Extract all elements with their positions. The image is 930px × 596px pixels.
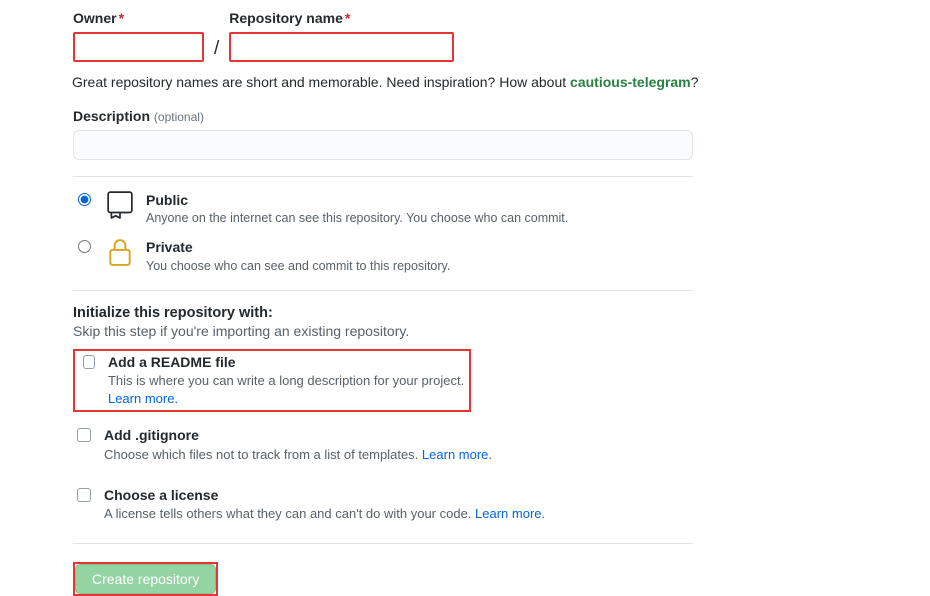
choose-license-checkbox[interactable] — [77, 488, 91, 502]
license-learn-more-link[interactable]: Learn more. — [475, 506, 545, 521]
required-asterisk: * — [345, 10, 350, 26]
repo-name-input[interactable] — [229, 32, 454, 62]
repo-name-label-text: Repository name — [229, 10, 343, 26]
owner-input[interactable] — [73, 32, 204, 62]
initialize-subtitle: Skip this step if you're importing an ex… — [73, 323, 930, 339]
visibility-private-radio[interactable] — [78, 240, 91, 253]
add-readme-title: Add a README file — [108, 353, 465, 371]
description-label: Description (optional) — [73, 108, 930, 124]
choose-license-subtitle: A license tells others what they can and… — [104, 505, 545, 523]
repo-name-hint: Great repository names are short and mem… — [72, 74, 930, 90]
initialize-heading: Initialize this repository with: — [73, 305, 930, 321]
visibility-public-subtitle: Anyone on the internet can see this repo… — [146, 210, 568, 226]
description-optional: (optional) — [154, 110, 204, 124]
add-readme-checkbox[interactable] — [83, 355, 95, 369]
visibility-private-title: Private — [146, 238, 450, 256]
add-gitignore-subtitle: Choose which files not to track from a l… — [104, 446, 492, 464]
repo-suggestion-link[interactable]: cautious-telegram — [570, 74, 691, 90]
choose-license-title: Choose a license — [104, 486, 545, 504]
separator — [73, 176, 693, 177]
owner-label-text: Owner — [73, 10, 117, 26]
add-gitignore-title: Add .gitignore — [104, 426, 492, 444]
description-input[interactable] — [73, 130, 693, 160]
readme-learn-more-link[interactable]: Learn more. — [108, 391, 178, 406]
add-readme-subtitle: This is where you can write a long descr… — [108, 372, 465, 408]
visibility-public-title: Public — [146, 191, 568, 209]
create-repository-button[interactable]: Create repository — [75, 564, 216, 594]
lock-icon — [107, 238, 133, 269]
separator — [73, 290, 693, 291]
gitignore-learn-more-link[interactable]: Learn more. — [422, 447, 492, 462]
owner-label: Owner* — [73, 10, 204, 26]
owner-repo-slash: / — [214, 38, 219, 66]
add-gitignore-checkbox[interactable] — [77, 428, 91, 442]
submit-highlight: Create repository — [73, 562, 218, 596]
visibility-public-radio[interactable] — [78, 193, 91, 206]
repo-name-label: Repository name* — [229, 10, 454, 26]
repo-public-icon — [107, 191, 133, 222]
visibility-private-subtitle: You choose who can see and commit to thi… — [146, 258, 450, 274]
required-asterisk: * — [119, 10, 124, 26]
